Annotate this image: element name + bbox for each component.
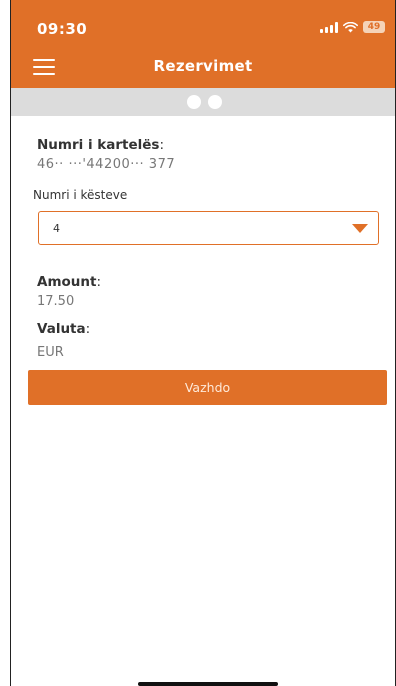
status-bar: 09:30 49 [11, 0, 395, 46]
pager-dot-2[interactable] [208, 95, 222, 109]
pager-dot-1[interactable] [187, 95, 201, 109]
amount-value: 17.50 [37, 294, 75, 309]
home-indicator [138, 682, 278, 686]
signal-icon [320, 21, 338, 33]
status-icons: 49 [320, 21, 385, 33]
installments-label: Numri i kësteve [33, 188, 128, 202]
pager-strip [11, 88, 395, 116]
continue-button[interactable]: Vazhdo [28, 370, 387, 405]
currency-value: EUR [37, 345, 64, 360]
card-number-value: 46·· ···'44200··· 377 [37, 157, 176, 172]
wifi-icon [343, 21, 358, 32]
currency-label: Valuta: [37, 321, 91, 337]
status-time: 09:30 [37, 20, 88, 38]
card-number-label: Numri i kartelës: [37, 137, 165, 153]
nav-bar: Rezervimet [11, 46, 395, 88]
pager-dots [187, 95, 222, 109]
caret-down-icon [352, 224, 368, 233]
installments-selected-value: 4 [53, 222, 60, 235]
amount-label: Amount: [37, 274, 102, 290]
installments-select[interactable]: 4 [38, 211, 379, 245]
battery-icon: 49 [363, 21, 385, 33]
page-title: Rezervimet [153, 57, 253, 75]
